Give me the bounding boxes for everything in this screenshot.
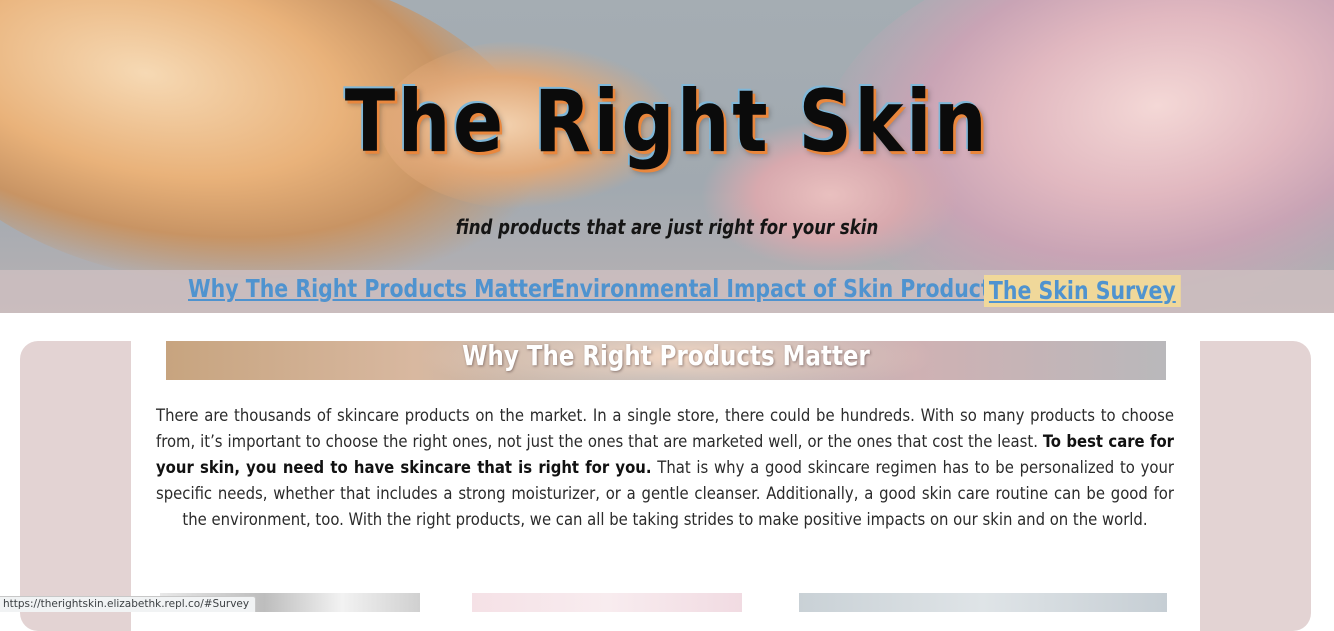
product-image-2 [472,593,742,612]
section-paragraph: There are thousands of skincare products… [156,403,1174,533]
main-nav: Why The Right Products Matter Environmen… [0,270,1334,313]
section-title: Why The Right Products Matter [462,339,870,372]
link-hover-status-bar: https://therightskin.elizabethk.repl.co/… [0,596,257,612]
paragraph-text-intro: There are thousands of skincare products… [156,406,1174,451]
site-tagline: find products that are just right for yo… [455,215,879,239]
product-image-3 [799,593,1167,612]
nav-link-skin-survey[interactable]: The Skin Survey [984,275,1181,307]
nav-link-why-products[interactable]: Why The Right Products Matter [188,274,552,303]
nav-link-environmental-impact[interactable]: Environmental Impact of Skin Products [551,274,1003,303]
site-title: The Right Skin [344,72,990,172]
hero-banner: The Right Skin find products that are ju… [0,0,1334,313]
